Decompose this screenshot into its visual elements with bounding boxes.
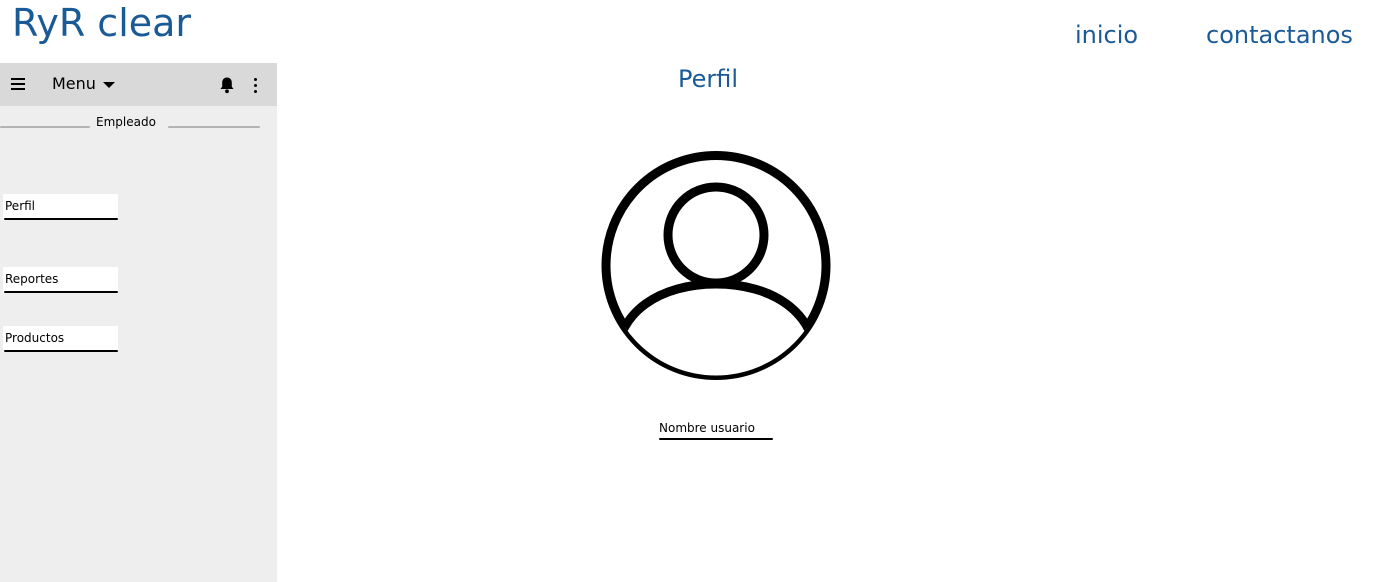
username-label: Nombre usuario [659, 421, 755, 435]
sidebar: Menu Empleado Perfil Reportes Productos [0, 63, 277, 582]
menu-dropdown-label[interactable]: Menu [52, 74, 96, 94]
bell-icon[interactable] [219, 76, 235, 94]
sidebar-item-label: Perfil [5, 199, 36, 213]
user-avatar-icon [601, 151, 831, 380]
sidebar-item-productos[interactable]: Productos [3, 326, 118, 352]
nav-link-contactanos[interactable]: contactanos [1206, 18, 1353, 52]
hamburger-icon[interactable] [11, 78, 25, 90]
page-title: Perfil [678, 65, 739, 93]
divider-line-right [168, 126, 260, 128]
sidebar-item-perfil[interactable]: Perfil [3, 194, 118, 220]
kebab-menu-icon[interactable] [250, 77, 260, 93]
section-divider-empleado: Empleado [0, 113, 262, 133]
sidebar-item-reportes[interactable]: Reportes [3, 267, 118, 293]
username-underline [659, 438, 773, 440]
sidebar-menubar: Menu [0, 63, 277, 106]
sidebar-item-underline [4, 291, 118, 293]
divider-line-left [0, 126, 90, 128]
section-label: Empleado [96, 115, 156, 129]
sidebar-item-underline [4, 350, 118, 352]
sidebar-item-underline [4, 218, 118, 220]
caret-down-icon[interactable] [103, 82, 115, 88]
brand-logo: RyR clear [12, 1, 192, 45]
sidebar-item-label: Reportes [5, 272, 59, 286]
nav-link-inicio[interactable]: inicio [1075, 18, 1138, 52]
sidebar-item-label: Productos [5, 331, 65, 345]
